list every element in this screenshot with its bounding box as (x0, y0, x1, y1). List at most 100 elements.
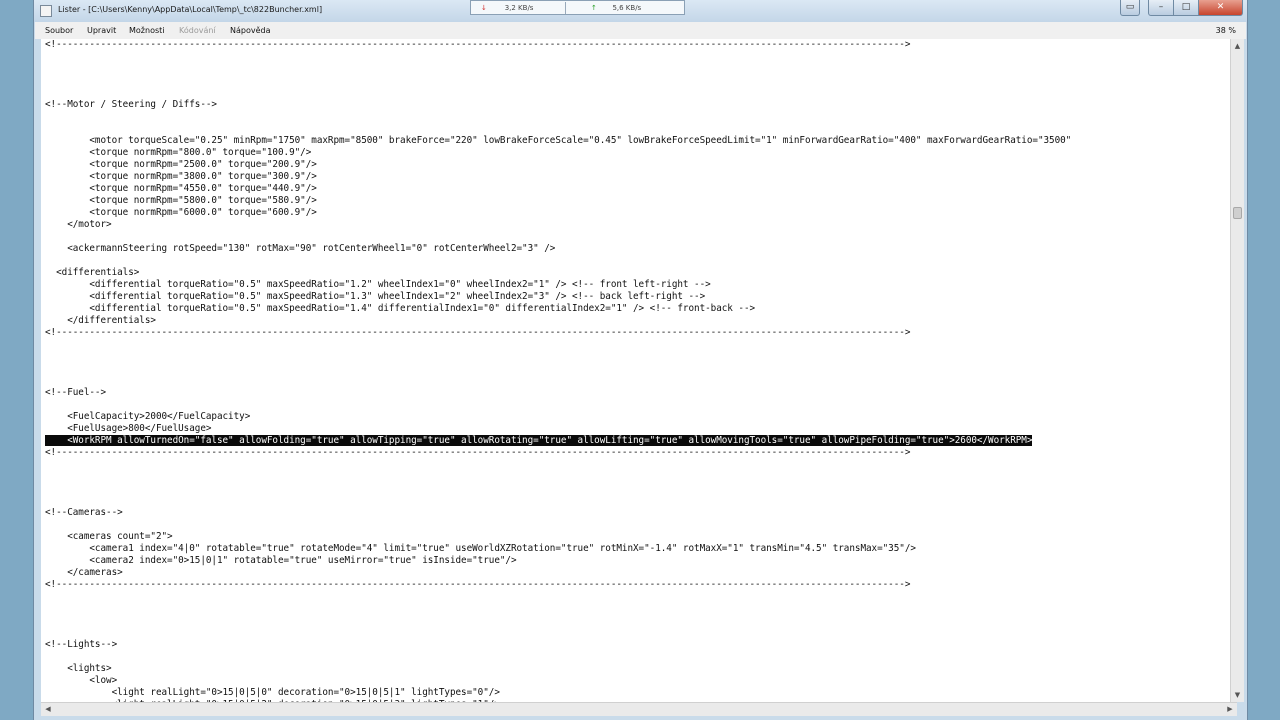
scroll-down-arrow-icon[interactable]: ▼ (1231, 688, 1244, 702)
zoom-level: 38 % (1215, 26, 1236, 35)
code-line: <lights> (45, 663, 1071, 675)
code-line: <!--------------------------------------… (45, 39, 1071, 51)
code-line: <camera1 index="4|0" rotatable="true" ro… (45, 543, 1071, 555)
code-line: <!--Motor / Steering / Diffs--> (45, 99, 1071, 111)
code-line: <torque normRpm="2500.0" torque="200.9"/… (45, 159, 1071, 171)
code-line-text: <camera1 index="4|0" rotatable="true" ro… (45, 543, 916, 554)
code-line-text: <!--------------------------------------… (45, 579, 911, 590)
code-line-text: <!--Lights--> (45, 639, 118, 650)
code-line-text: <torque normRpm="5800.0" torque="580.9"/… (45, 195, 317, 206)
code-line-text: <torque normRpm="6000.0" torque="600.9"/… (45, 207, 317, 218)
close-button[interactable]: ✕ (1199, 0, 1243, 16)
code-line-text: <torque normRpm="800.0" torque="100.9"/> (45, 147, 312, 158)
code-line: <torque normRpm="4550.0" torque="440.9"/… (45, 183, 1071, 195)
code-line-text: <differentials> (45, 267, 140, 278)
code-line-text: <FuelCapacity>2000</FuelCapacity> (45, 411, 251, 422)
code-line-text: <camera2 index="0>15|0|1" rotatable="tru… (45, 555, 517, 566)
code-line: <low> (45, 675, 1071, 687)
network-meter: ↓ 3,2 KB/s ↑ 5,6 KB/s (470, 0, 685, 15)
code-line: <motor torqueScale="0.25" minRpm="1750" … (45, 135, 1071, 147)
scroll-right-arrow-icon[interactable]: ▶ (1223, 703, 1237, 716)
code-line: <!--------------------------------------… (45, 579, 1071, 591)
code-line-text: <light realLight="0>15|0|5|0" decoration… (45, 687, 500, 698)
code-line-text: <ackermannSteering rotSpeed="130" rotMax… (45, 243, 556, 254)
code-line-text: <!--------------------------------------… (45, 447, 911, 458)
scroll-left-arrow-icon[interactable]: ◀ (41, 703, 55, 716)
menu-bar: Soubor Upravit Možnosti Kódování Nápověd… (35, 22, 1246, 39)
code-line: <WorkRPM allowTurnedOn="false" allowFold… (45, 435, 1071, 447)
code-line-text: <low> (45, 675, 118, 686)
selected-code-line-text: <WorkRPM allowTurnedOn="false" allowFold… (45, 435, 1033, 446)
code-line: <!--------------------------------------… (45, 327, 1071, 339)
code-line-text: <FuelUsage>800</FuelUsage> (45, 423, 212, 434)
code-line-text: </differentials> (45, 315, 156, 326)
code-line: <!--Fuel--> (45, 387, 1071, 399)
code-line-text: <torque normRpm="3800.0" torque="300.9"/… (45, 171, 317, 182)
text-viewer[interactable]: <!--------------------------------------… (41, 39, 1237, 702)
code-line: <cameras count="2"> (45, 531, 1071, 543)
code-line-text: <!--Motor / Steering / Diffs--> (45, 99, 217, 110)
code-line: <camera2 index="0>15|0|1" rotatable="tru… (45, 555, 1071, 567)
code-line-text: <torque normRpm="4550.0" torque="440.9"/… (45, 183, 317, 194)
menu-soubor[interactable]: Soubor (45, 26, 73, 35)
menu-upravit[interactable]: Upravit (87, 26, 116, 35)
code-line: <FuelUsage>800</FuelUsage> (45, 423, 1071, 435)
code-line-text: <differential torqueRatio="0.5" maxSpeed… (45, 303, 756, 314)
code-line: <light realLight="0>15|0|5|0" decoration… (45, 687, 1071, 699)
code-line: <differential torqueRatio="0.5" maxSpeed… (45, 303, 1071, 315)
download-arrow-icon: ↓ (481, 4, 487, 12)
code-line-text: <differential torqueRatio="0.5" maxSpeed… (45, 291, 706, 302)
lister-app-icon (40, 5, 52, 17)
code-line-text: <!--------------------------------------… (45, 327, 911, 338)
restore-small-button[interactable]: ▭ (1120, 0, 1140, 16)
code-line-text: </motor> (45, 219, 112, 230)
download-rate: 3,2 KB/s (504, 4, 534, 12)
menu-kodovani: Kódování (179, 26, 216, 35)
code-line: <torque normRpm="6000.0" torque="600.9"/… (45, 207, 1071, 219)
code-line: <torque normRpm="800.0" torque="100.9"/> (45, 147, 1071, 159)
code-line-text: <motor torqueScale="0.25" minRpm="1750" … (45, 135, 1072, 146)
code-line-text: <torque normRpm="2500.0" torque="200.9"/… (45, 159, 317, 170)
code-line: <differential torqueRatio="0.5" maxSpeed… (45, 279, 1071, 291)
maximize-button[interactable]: □ (1174, 0, 1199, 16)
xml-content: <!--------------------------------------… (45, 39, 1071, 702)
scroll-up-arrow-icon[interactable]: ▲ (1231, 39, 1244, 53)
menu-napoveda[interactable]: Nápověda (230, 26, 271, 35)
code-line: <torque normRpm="3800.0" torque="300.9"/… (45, 171, 1071, 183)
code-line: <differential torqueRatio="0.5" maxSpeed… (45, 291, 1071, 303)
code-line-text: <!--Cameras--> (45, 507, 123, 518)
window-controls: ▭ – □ ✕ (1120, 0, 1243, 17)
code-line: <differentials> (45, 267, 1071, 279)
menu-moznosti[interactable]: Možnosti (129, 26, 165, 35)
vertical-scrollbar[interactable]: ▲ ▼ (1230, 39, 1244, 702)
code-line: <!--Cameras--> (45, 507, 1071, 519)
code-line: </motor> (45, 219, 1071, 231)
code-line: </differentials> (45, 315, 1071, 327)
code-line-text: <cameras count="2"> (45, 531, 173, 542)
horizontal-scrollbar[interactable]: ◀ ▶ (41, 702, 1237, 716)
minimize-button[interactable]: – (1148, 0, 1174, 16)
vertical-scroll-thumb[interactable] (1233, 207, 1242, 219)
code-line: </cameras> (45, 567, 1071, 579)
